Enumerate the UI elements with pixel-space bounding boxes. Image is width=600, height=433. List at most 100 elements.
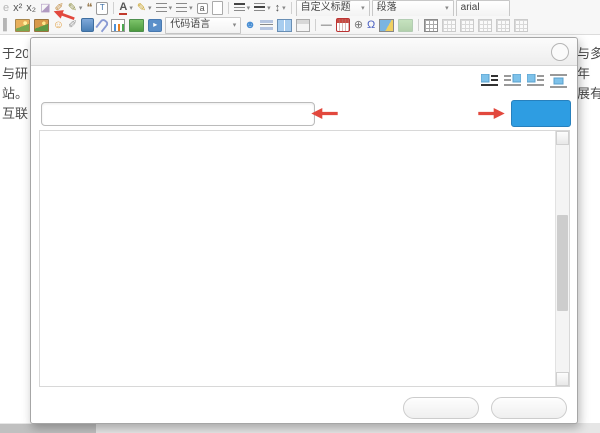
- screenshot-icon[interactable]: [397, 18, 414, 33]
- separator: [418, 19, 419, 31]
- dialog-header[interactable]: [31, 38, 577, 66]
- separator: [228, 2, 229, 14]
- toolbar-glyph: ✎: [137, 3, 146, 14]
- float-right-icon[interactable]: [504, 74, 521, 88]
- snapshot-icon[interactable]: [128, 18, 145, 33]
- insert-image-icon[interactable]: [14, 18, 31, 33]
- highlight-color-icon[interactable]: ✎: [136, 1, 153, 16]
- toolbar-glyph: x²: [13, 3, 22, 14]
- editor-text-line: 于20: [2, 44, 28, 64]
- blockquote-icon[interactable]: ❝: [85, 1, 93, 16]
- editor-text-fragment-left: 于20与研站。互联: [2, 44, 28, 124]
- toolbar-glyph: Ω: [367, 20, 375, 31]
- font-color-icon[interactable]: A: [118, 1, 133, 16]
- scrollbar-thumb[interactable]: [557, 215, 568, 311]
- insert-col-icon[interactable]: [477, 18, 493, 33]
- image-grid-inner: [42, 132, 555, 386]
- pagebreak-icon[interactable]: [259, 18, 274, 33]
- editor-text-line: 与多: [577, 44, 600, 64]
- toolbar-glyph: A: [119, 2, 127, 15]
- paste-icon[interactable]: [95, 1, 109, 16]
- toolbar-glyph: x₂: [26, 3, 36, 14]
- close-icon[interactable]: [551, 43, 569, 61]
- code-language-dropdown[interactable]: 代码语言: [165, 17, 241, 34]
- toolbar-glyph: —: [321, 20, 332, 31]
- clipped-icon-left[interactable]: ▌: [2, 18, 12, 33]
- horizontal-rule-icon[interactable]: —: [320, 18, 333, 33]
- emotion-icon[interactable]: ☻: [243, 18, 257, 33]
- line-height-icon[interactable]: ↕: [274, 1, 287, 16]
- toolbar-glyph: ☺: [53, 20, 64, 31]
- editor-text-line: 互联: [2, 104, 28, 124]
- separator: [315, 19, 316, 31]
- custom-title-dropdown[interactable]: 自定义标题: [296, 0, 370, 16]
- template-icon[interactable]: [295, 18, 311, 33]
- float-default-icon[interactable]: [481, 74, 498, 88]
- image-grid: [39, 130, 570, 387]
- toolbar-item-label: 代码语言: [170, 20, 210, 30]
- blank-doc-icon[interactable]: [211, 1, 224, 16]
- multi-image-upload-icon[interactable]: [33, 18, 50, 33]
- toolbar-glyph: ◪: [40, 3, 50, 14]
- toolbar-glyph: e: [3, 3, 9, 14]
- toolbar-item-label: 自定义标题: [301, 3, 351, 13]
- multi-image-upload-dialog: [30, 37, 578, 424]
- clipped-icon-left[interactable]: e: [2, 1, 10, 16]
- auto-typeset-icon[interactable]: a: [196, 1, 209, 16]
- ordered-list-icon[interactable]: [155, 1, 174, 16]
- subscript-icon[interactable]: x₂: [25, 1, 37, 16]
- toolbar-item-label: 段落: [377, 3, 397, 13]
- image-float-options: [475, 74, 567, 88]
- editor-toolbar: e x² x₂ ◪ ✐ ✎: [0, 0, 600, 35]
- editor-text-line: 站。: [2, 84, 28, 104]
- separator: [113, 2, 114, 14]
- search-button[interactable]: [511, 100, 571, 127]
- annotation-arrow-search-button: [478, 108, 505, 119]
- align-middle-icon[interactable]: [253, 1, 272, 16]
- annotation-arrow-search-input: [311, 108, 338, 119]
- toolbar-glyph: ↕: [275, 3, 281, 14]
- float-center-icon[interactable]: [550, 74, 567, 88]
- toolbar-glyph: ☻: [244, 20, 256, 31]
- attachment-icon[interactable]: [97, 18, 108, 33]
- editor-text-fragment-right: 与多年展有: [577, 44, 600, 104]
- align-top-icon[interactable]: [233, 1, 252, 16]
- editor-text-line: 年: [577, 64, 600, 84]
- image-search-input[interactable]: [41, 102, 315, 126]
- editor-statusbar-corner: [0, 424, 96, 433]
- cancel-button[interactable]: [491, 397, 567, 419]
- toolbar-glyph: a: [197, 3, 208, 14]
- insert-table-icon[interactable]: [423, 18, 439, 33]
- confirm-button[interactable]: [403, 397, 479, 419]
- insert-row-icon[interactable]: [459, 18, 475, 33]
- scroll-down-icon[interactable]: [556, 372, 569, 386]
- editor-text-line: 与研: [2, 64, 28, 84]
- editor-text-line: 展有: [577, 84, 600, 104]
- music-icon[interactable]: [80, 18, 95, 33]
- superscript-icon[interactable]: x²: [12, 1, 23, 16]
- font-family-dropdown[interactable]: arial: [456, 0, 510, 16]
- grid-scrollbar[interactable]: [555, 131, 569, 386]
- calendar-icon[interactable]: [335, 18, 351, 33]
- columns-icon[interactable]: [276, 18, 293, 33]
- eraser-icon[interactable]: ◪: [39, 1, 51, 16]
- special-char-icon[interactable]: Ω: [366, 18, 376, 33]
- video-icon[interactable]: [147, 18, 163, 33]
- separator: [291, 2, 292, 14]
- merge-cells-icon[interactable]: [495, 18, 511, 33]
- unordered-list-icon[interactable]: [175, 1, 194, 16]
- clock-icon[interactable]: ⊕: [353, 18, 364, 33]
- toolbar-row-2: ▌ ☺ ✐: [0, 16, 600, 34]
- paragraph-dropdown[interactable]: 段落: [372, 0, 454, 16]
- toolbar-item-label: arial: [461, 3, 480, 13]
- toolbar-row-1: e x² x₂ ◪ ✐ ✎: [0, 0, 600, 16]
- toolbar-glyph: ⊕: [354, 20, 363, 31]
- toolbar-glyph: ▌: [3, 20, 11, 31]
- float-left-icon[interactable]: [527, 74, 544, 88]
- map-icon[interactable]: [378, 18, 395, 33]
- delete-table-icon[interactable]: [441, 18, 457, 33]
- scroll-up-icon[interactable]: [556, 131, 569, 145]
- chart-icon[interactable]: [110, 18, 126, 33]
- toolbar-glyph: ❝: [86, 3, 92, 14]
- split-cells-icon[interactable]: [513, 18, 529, 33]
